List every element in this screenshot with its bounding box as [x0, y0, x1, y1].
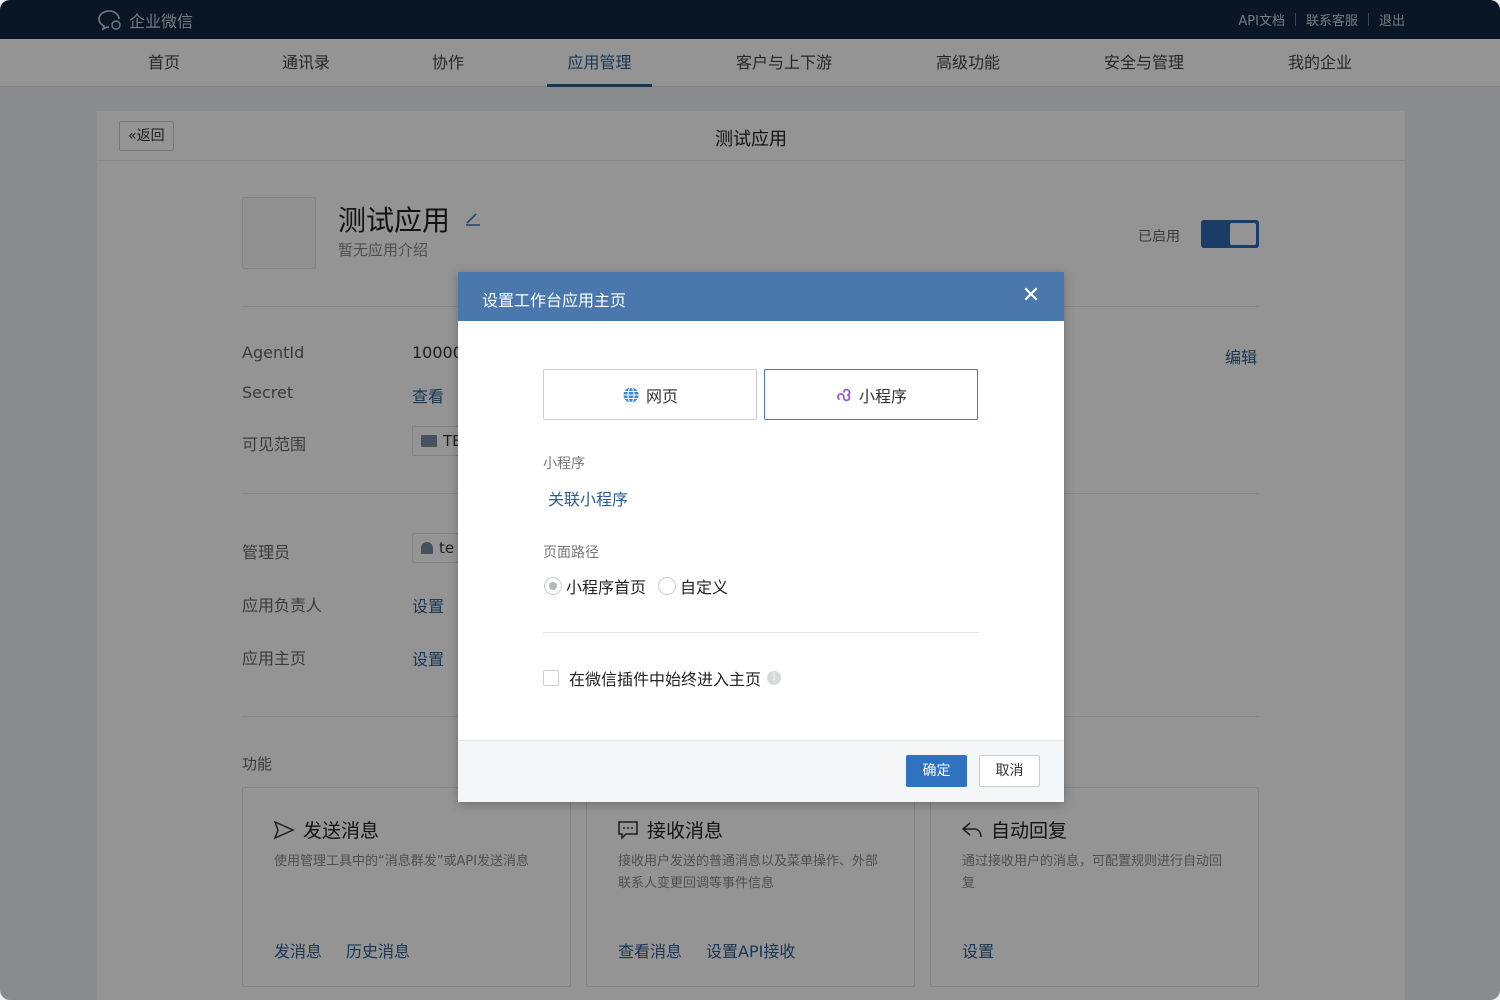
always-enter-homepage-row: 在微信插件中始终进入主页 i [543, 666, 782, 690]
homepage-settings-dialog: 设置工作台应用主页 ✕ 网页 小程序 小程序 关联小程序 页面路径 小程序首页 [458, 272, 1064, 802]
tab-web-label: 网页 [645, 386, 678, 406]
associate-mini-program-link[interactable]: 关联小程序 [548, 486, 628, 510]
radio-custom-label[interactable]: 自定义 [680, 574, 728, 598]
always-enter-homepage-label[interactable]: 在微信插件中始终进入主页 [569, 666, 761, 690]
radio-mini-program-home[interactable] [544, 577, 562, 595]
dialog-title: 设置工作台应用主页 [482, 291, 627, 310]
dialog-footer: 确定 取消 [458, 740, 1064, 802]
info-icon[interactable]: i [767, 671, 782, 685]
tab-mini-program[interactable]: 小程序 [764, 369, 978, 420]
page-path-radio-group: 小程序首页 自定义 [544, 574, 740, 598]
tab-web-page[interactable]: 网页 [543, 369, 757, 420]
close-icon[interactable]: ✕ [1020, 285, 1042, 307]
page-path-label: 页面路径 [543, 545, 599, 561]
mini-program-icon [837, 388, 851, 401]
confirm-button[interactable]: 确定 [906, 755, 967, 787]
mini-program-field-label: 小程序 [543, 456, 585, 472]
globe-icon [623, 386, 639, 403]
page: 企业微信 API文档 联系客服 退出 首页 通讯录 协作 应用管理 客户与上下游… [0, 0, 1500, 1000]
tab-mini-program-label: 小程序 [858, 386, 907, 406]
dialog-header: 设置工作台应用主页 ✕ [458, 272, 1064, 321]
divider [543, 632, 979, 633]
always-enter-homepage-checkbox[interactable] [543, 670, 559, 686]
cancel-button[interactable]: 取消 [979, 755, 1040, 787]
radio-custom[interactable] [658, 577, 677, 595]
radio-mini-program-home-label[interactable]: 小程序首页 [566, 574, 646, 598]
